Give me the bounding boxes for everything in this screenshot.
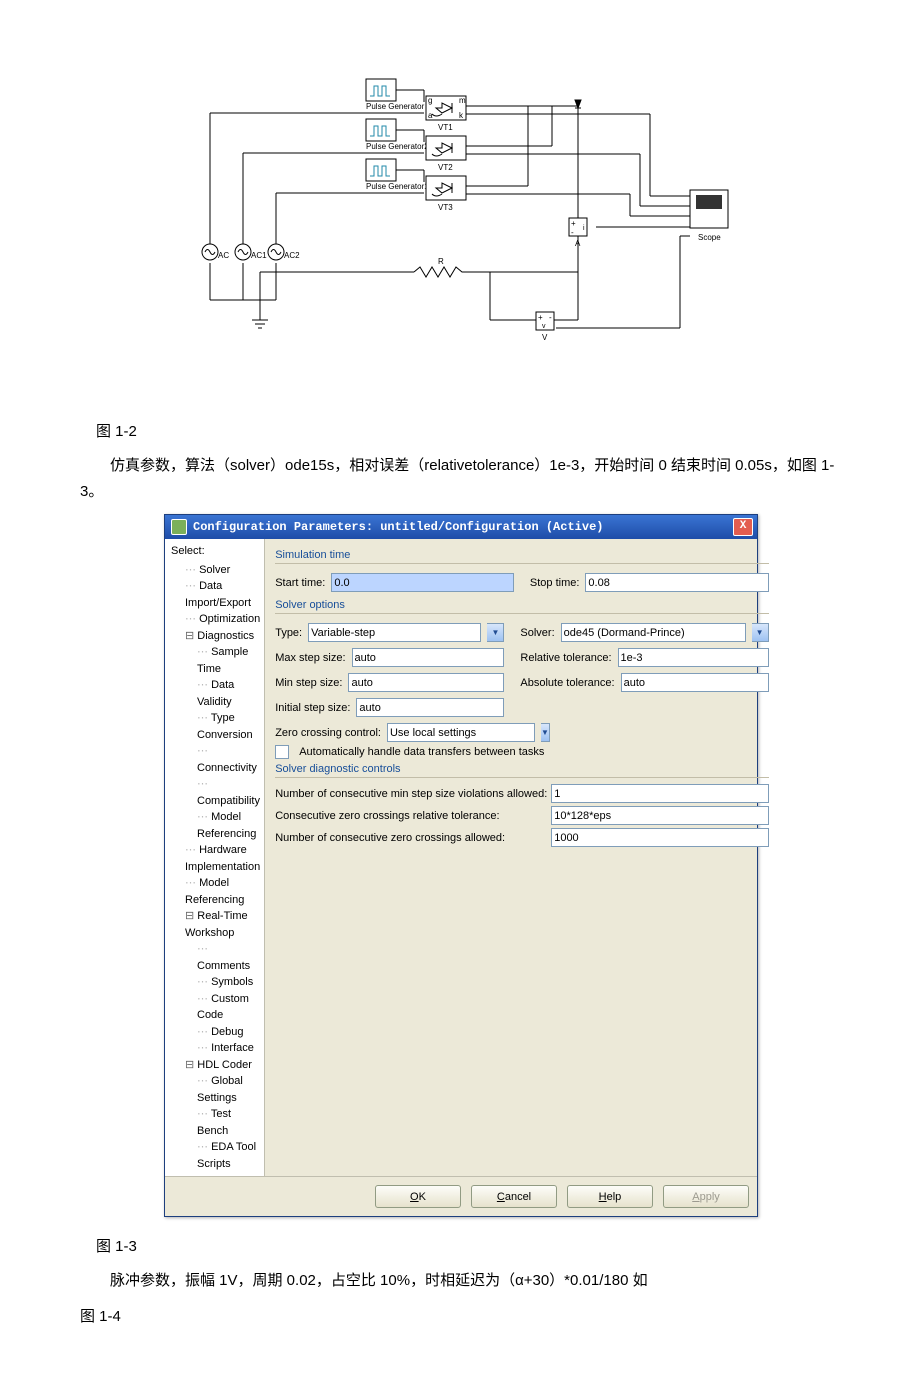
tree-item[interactable]: Diagnostics (171, 628, 260, 645)
stop-time-input[interactable] (585, 573, 768, 592)
svg-text:-: - (549, 313, 552, 322)
svg-text:v: v (542, 323, 546, 330)
vt3-label: VT3 (438, 203, 453, 212)
label-auto-handle: Automatically handle data transfers betw… (299, 746, 544, 758)
svg-text:m: m (459, 96, 466, 105)
tree-item[interactable]: Model Referencing (171, 809, 260, 842)
consec-ztol-input[interactable] (551, 806, 768, 825)
svg-text:-: - (571, 228, 574, 237)
config-params-dialog: Configuration Parameters: untitled/Confi… (164, 514, 758, 1217)
tree-item[interactable]: EDA Tool Scripts (171, 1139, 260, 1172)
label-type: Type: (275, 627, 302, 639)
auto-handle-checkbox[interactable] (275, 745, 289, 759)
start-time-input[interactable] (331, 573, 514, 592)
svg-text:g: g (428, 96, 432, 105)
label-rel-tol: Relative tolerance: (520, 652, 611, 664)
svg-text:+: + (538, 313, 543, 322)
tree-item[interactable]: Custom Code (171, 991, 260, 1024)
label-init-step: Initial step size: (275, 702, 350, 714)
tree-item[interactable]: Data Import/Export (171, 578, 260, 611)
tree-item[interactable]: Interface (171, 1040, 260, 1057)
label-solver: Solver: (520, 627, 554, 639)
caption-1-3: 图 1-3 (96, 1235, 880, 1256)
paragraph-sim-params: 仿真参数，算法（solver）ode15s，相对误差（relativetoler… (80, 453, 840, 504)
tree-item[interactable]: Solver (171, 562, 260, 579)
ac2-label: AC2 (284, 251, 300, 260)
vt2-label: VT2 (438, 163, 453, 172)
close-icon[interactable]: X (733, 518, 753, 536)
dialog-title-text: Configuration Parameters: untitled/Confi… (193, 520, 603, 534)
tree-item[interactable]: Debug (171, 1024, 260, 1041)
pulse-gen-label: Pulse Generator (366, 102, 425, 111)
a-label: A (575, 239, 581, 248)
tree-item[interactable]: Connectivity (171, 743, 260, 776)
label-consec-ztol: Consecutive zero crossings relative tole… (275, 810, 545, 822)
tree-item[interactable]: Test Bench (171, 1106, 260, 1139)
caption-1-2: 图 1-2 (96, 420, 880, 441)
r-label: R (438, 257, 444, 266)
help-button[interactable]: Help (567, 1185, 653, 1208)
tree-item[interactable]: Comments (171, 941, 260, 974)
tree-item[interactable]: Global Settings (171, 1073, 260, 1106)
tree-item[interactable]: HDL Coder (171, 1057, 260, 1074)
tree-item[interactable]: Type Conversion (171, 710, 260, 743)
label-abs-tol: Absolute tolerance: (520, 677, 614, 689)
paragraph-pulse-params: 脉冲参数，振幅 1V，周期 0.02，占空比 10%，时相延迟为（α+30）*0… (80, 1268, 840, 1294)
pulse-gen1-label: Pulse Generator1 (366, 182, 429, 191)
tree-item[interactable]: Compatibility (171, 776, 260, 809)
chevron-down-icon[interactable]: ▼ (752, 623, 769, 642)
label-start-time: Start time: (275, 577, 325, 589)
category-tree[interactable]: Select: SolverData Import/ExportOptimiza… (165, 539, 265, 1176)
chevron-down-icon[interactable]: ▼ (541, 723, 550, 742)
tree-item[interactable]: Hardware Implementation (171, 842, 260, 875)
init-step-input[interactable] (356, 698, 504, 717)
tree-item[interactable]: Sample Time (171, 644, 260, 677)
paragraph-fig-1-4: 图 1-4 (80, 1304, 840, 1330)
svg-text:+: + (571, 219, 576, 228)
ac1-label: AC1 (251, 251, 267, 260)
tree-item[interactable]: Optimization (171, 611, 260, 628)
scope-label: Scope (698, 233, 721, 242)
section-simulation-time: Simulation time (275, 549, 768, 564)
section-solver-diag: Solver diagnostic controls (275, 763, 768, 778)
label-n-min-step: Number of consecutive min step size viol… (275, 788, 545, 800)
n-zc-input[interactable] (551, 828, 768, 847)
zcc-select[interactable] (387, 723, 535, 742)
svg-text:a: a (428, 111, 433, 120)
n-min-step-input[interactable] (551, 784, 768, 803)
label-min-step: Min step size: (275, 677, 342, 689)
label-zcc: Zero crossing control: (275, 727, 381, 739)
tree-item[interactable]: Model Referencing (171, 875, 260, 908)
vt1-label: VT1 (438, 123, 453, 132)
rel-tol-input[interactable] (618, 648, 769, 667)
tree-item[interactable]: Real-Time Workshop (171, 908, 260, 941)
chevron-down-icon[interactable]: ▼ (487, 623, 504, 642)
simulink-diagram: Pulse Generator Pulse Generator2 Pulse G… (40, 60, 880, 390)
apply-button[interactable]: Apply (663, 1185, 749, 1208)
label-stop-time: Stop time: (530, 577, 580, 589)
ok-button[interactable]: OK (375, 1185, 461, 1208)
dialog-icon (171, 519, 187, 535)
pulse-gen2-label: Pulse Generator2 (366, 142, 429, 151)
tree-item[interactable]: Symbols (171, 974, 260, 991)
abs-tol-input[interactable] (621, 673, 769, 692)
section-solver-options: Solver options (275, 599, 768, 614)
type-select[interactable] (308, 623, 481, 642)
dialog-titlebar[interactable]: Configuration Parameters: untitled/Confi… (165, 515, 757, 539)
label-max-step: Max step size: (275, 652, 345, 664)
max-step-input[interactable] (352, 648, 505, 667)
ac-label: AC (218, 251, 229, 260)
tree-header: Select: (171, 543, 260, 560)
cancel-button[interactable]: Cancel (471, 1185, 557, 1208)
tree-item[interactable]: Data Validity (171, 677, 260, 710)
label-n-zc: Number of consecutive zero crossings all… (275, 832, 545, 844)
solver-select[interactable] (561, 623, 746, 642)
v-label: V (542, 333, 548, 342)
min-step-input[interactable] (348, 673, 504, 692)
